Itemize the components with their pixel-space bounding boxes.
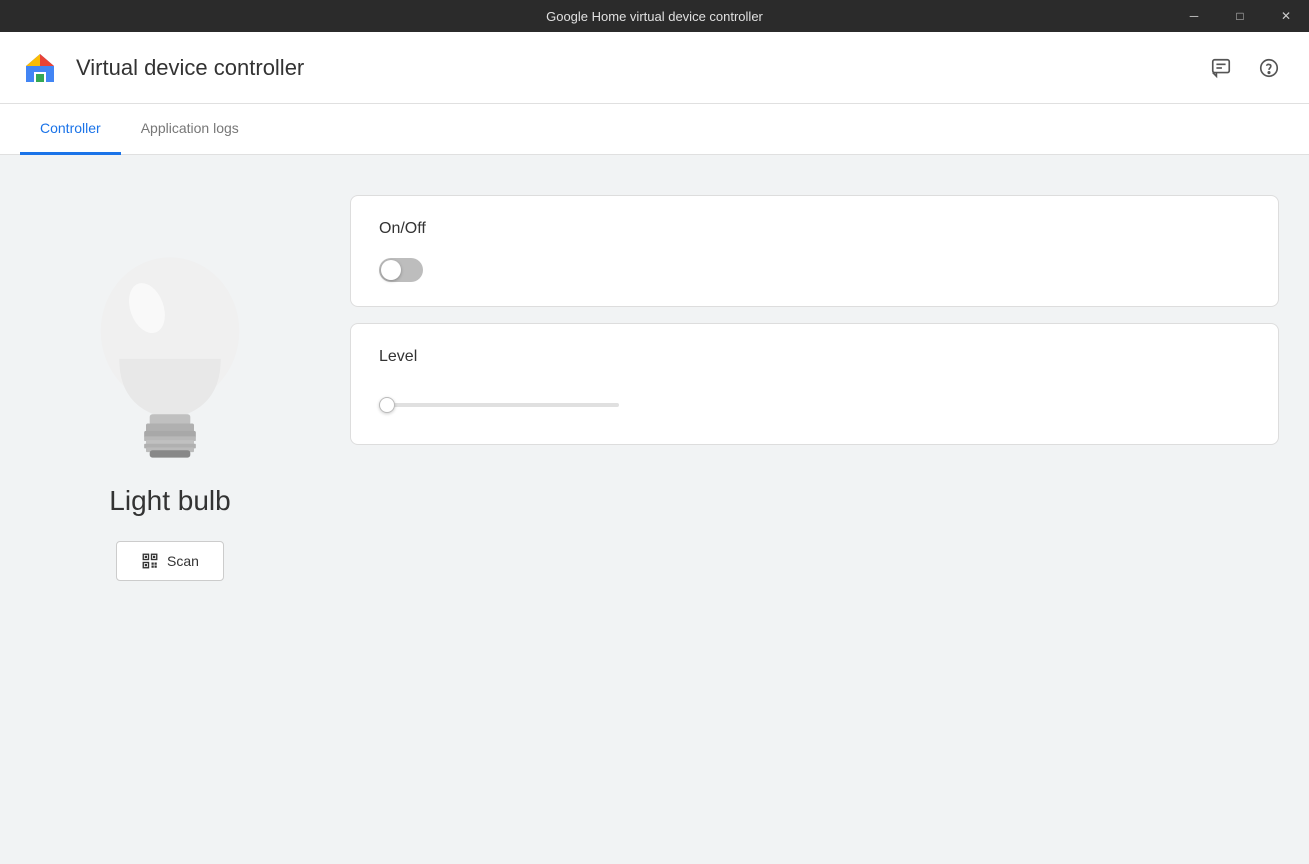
scan-button-label: Scan <box>167 553 199 569</box>
right-panel: On/Off Level <box>350 185 1279 834</box>
main-content: Light bulb Scan On/Off <box>0 155 1309 864</box>
on-off-card: On/Off <box>350 195 1279 307</box>
device-name: Light bulb <box>109 485 230 517</box>
toggle-knob <box>381 260 401 280</box>
maximize-button[interactable]: □ <box>1217 0 1263 32</box>
on-off-toggle[interactable] <box>379 258 423 282</box>
left-panel: Light bulb Scan <box>30 185 310 834</box>
tab-controller[interactable]: Controller <box>20 104 121 155</box>
feedback-button[interactable] <box>1201 48 1241 88</box>
on-off-label: On/Off <box>379 220 1250 238</box>
device-image <box>60 225 280 465</box>
level-card: Level <box>350 323 1279 445</box>
level-slider[interactable] <box>379 403 619 407</box>
title-bar-text: Google Home virtual device controller <box>546 9 763 24</box>
close-button[interactable]: ✕ <box>1263 0 1309 32</box>
help-button[interactable] <box>1249 48 1289 88</box>
minimize-button[interactable]: ─ <box>1171 0 1217 32</box>
app-logo <box>20 48 60 88</box>
level-slider-container <box>379 386 1250 420</box>
title-bar-controls: ─ □ ✕ <box>1171 0 1309 32</box>
scan-button[interactable]: Scan <box>116 541 224 581</box>
help-icon <box>1258 57 1280 79</box>
app-title: Virtual device controller <box>76 55 304 81</box>
level-label: Level <box>379 348 1250 366</box>
tabs-bar: Controller Application logs <box>0 104 1309 155</box>
qr-icon <box>141 552 159 570</box>
tab-application-logs[interactable]: Application logs <box>121 104 259 155</box>
app-header: Virtual device controller <box>0 32 1309 104</box>
title-bar: Google Home virtual device controller ─ … <box>0 0 1309 32</box>
feedback-icon <box>1210 57 1232 79</box>
header-actions <box>1201 48 1289 88</box>
